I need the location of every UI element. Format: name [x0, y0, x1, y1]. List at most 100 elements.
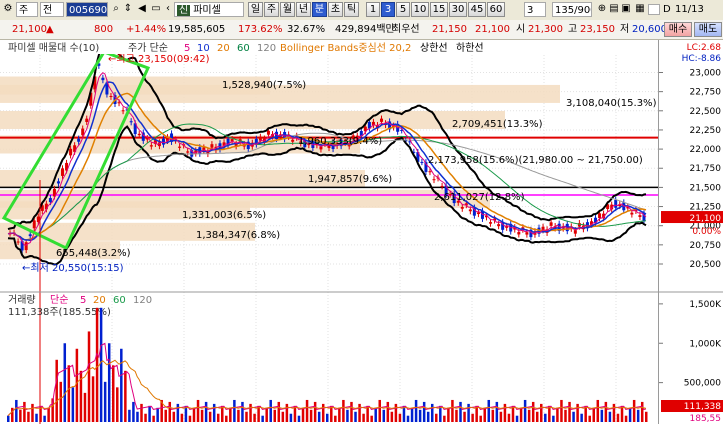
volume-profile-label: 2,611,027(12.8%): [434, 192, 525, 203]
period-button-4[interactable]: 분: [312, 2, 327, 17]
volume-bar: [317, 411, 321, 422]
interval-button-60[interactable]: 60: [487, 2, 505, 17]
volume-bar: [572, 411, 575, 422]
period-button-3[interactable]: 년: [296, 2, 311, 17]
volume-bar: [386, 401, 390, 422]
price-tick-label: 20,500: [690, 260, 722, 270]
volume-ma20-line: [7, 359, 647, 417]
volume-current-tag: 111,338: [684, 402, 721, 412]
scope-select[interactable]: 전: [40, 2, 64, 17]
chart-canvas[interactable]: 3,108,040(15.3%) 2,709,451(13.3%) 1,528,94…: [0, 40, 658, 424]
volume-bar: [27, 411, 30, 422]
volume-bar: [531, 401, 535, 422]
interval-button-30[interactable]: 30: [449, 2, 467, 17]
candle-body: [638, 215, 642, 217]
save-icon[interactable]: ▣: [620, 3, 632, 15]
volume-bar: [556, 407, 559, 422]
interval-button-5[interactable]: 5: [396, 2, 410, 17]
count-field[interactable]: 135/900: [552, 2, 592, 17]
volume-bar: [580, 413, 583, 422]
volume-bar: [338, 407, 341, 422]
volume-bar: [600, 409, 604, 422]
volume-bar: [164, 409, 167, 422]
candle-body: [48, 198, 52, 203]
candle-body: [525, 232, 529, 235]
volume-profile-label: 2,709,451(13.3%): [452, 119, 543, 130]
price-volume-chart[interactable]: 3,108,040(15.3%) 2,709,451(13.3%) 1,528,94…: [0, 40, 658, 424]
volume-bar: [576, 403, 579, 422]
speaker-icon[interactable]: ◀: [136, 3, 148, 15]
screen-icon[interactable]: ▭: [150, 3, 162, 15]
volume-bar: [128, 409, 131, 422]
prev-icon[interactable]: ‹: [162, 3, 174, 15]
volume-bar: [120, 348, 123, 422]
interval-button-15[interactable]: 15: [430, 2, 448, 17]
search-icon[interactable]: ⌕: [110, 3, 122, 15]
volume-legend-name: 거래량: [8, 294, 36, 306]
volume-bar: [374, 407, 377, 422]
volume-bar: [99, 307, 103, 422]
volume-bar: [544, 413, 547, 422]
date-label: 11/13: [675, 4, 704, 15]
candle-body: [101, 77, 105, 81]
volume-bar: [305, 399, 309, 422]
volume-bar: [608, 411, 612, 422]
volume-bar: [645, 411, 648, 422]
volume-bar: [204, 401, 208, 422]
axis-svg: 23,000 22,750 22,500 22,250 22,000 21,750 21,5…: [659, 43, 723, 424]
volume-ma-5: 5: [80, 295, 86, 306]
stock-code-input[interactable]: 005690: [66, 2, 108, 17]
volume-bar: [519, 407, 523, 422]
volume-bar: [552, 415, 555, 422]
volume-ma5-line: [7, 342, 647, 417]
volume-bar: [229, 407, 232, 422]
volume-bar: [616, 413, 620, 422]
sell-button[interactable]: 매도: [694, 22, 722, 37]
candle-body: [186, 151, 190, 153]
buy-button[interactable]: 매수: [664, 22, 692, 37]
interval-button-3[interactable]: 3: [381, 2, 395, 17]
turnover: 32.67%: [287, 24, 326, 35]
volume-bar: [281, 411, 285, 422]
settings-icon[interactable]: ⚙: [2, 3, 14, 15]
zoom-icon[interactable]: ⊕: [596, 3, 608, 15]
volume-bar: [487, 399, 491, 422]
volume-bar: [443, 415, 446, 422]
volume-bar: [410, 407, 414, 422]
chart-icon[interactable]: ▤: [608, 3, 620, 15]
price-axis[interactable]: 23,000 22,750 22,500 22,250 22,000 21,750 21,5…: [658, 40, 723, 424]
volume-bar: [430, 403, 434, 422]
interval-select[interactable]: 3: [524, 2, 546, 17]
volume-bar: [499, 411, 503, 422]
arrow-up-down-icon[interactable]: ⇕: [122, 3, 134, 15]
volume-bar: [116, 387, 119, 422]
volume-bar: [11, 407, 14, 422]
volume-bar: [83, 392, 87, 422]
volume-bar: [233, 399, 236, 422]
volume-bar: [370, 415, 373, 422]
volume-bar: [261, 415, 264, 422]
volume-bar: [140, 403, 143, 422]
stock-name-field[interactable]: 신 파미셀: [174, 2, 244, 17]
volume-bar: [111, 365, 115, 422]
interval-button-10[interactable]: 10: [411, 2, 429, 17]
d-checkbox[interactable]: [648, 4, 660, 15]
interval-button-1[interactable]: 1: [366, 2, 380, 17]
low-label: 저: [620, 24, 630, 35]
period-button-0[interactable]: 일: [248, 2, 263, 17]
period-button-2[interactable]: 월: [280, 2, 295, 17]
candle-body: [549, 222, 553, 226]
period-button-1[interactable]: 주: [264, 2, 279, 17]
volume-bar: [426, 411, 430, 422]
mode-select[interactable]: 주: [16, 2, 38, 17]
period-button-5[interactable]: 초: [328, 2, 343, 17]
volume-bar: [35, 413, 38, 422]
period-button-6[interactable]: 틱: [344, 2, 359, 17]
volume-bar: [588, 415, 591, 422]
volume-bar: [241, 401, 244, 422]
grid-icon[interactable]: ▦: [634, 3, 646, 15]
interval-button-45[interactable]: 45: [468, 2, 486, 17]
volume-bar: [19, 409, 22, 422]
ma-period-5: 5: [184, 43, 190, 54]
current-price: 21,100: [12, 24, 47, 35]
